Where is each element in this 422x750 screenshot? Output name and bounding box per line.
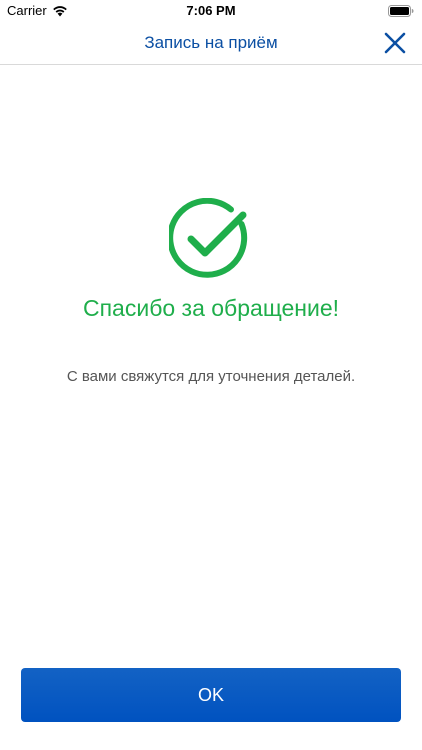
status-time: 7:06 PM xyxy=(186,3,236,18)
checkmark-circle-icon xyxy=(169,198,253,282)
success-heading: Спасибо за обращение! xyxy=(82,295,340,321)
checkmark-circle-graphic xyxy=(169,198,248,278)
status-bar: Carrier 7:06 PM xyxy=(0,0,422,24)
success-message: С вами свяжутся для уточнения деталей. xyxy=(66,368,356,385)
nav-header: Запись на приём xyxy=(0,24,422,65)
ok-button[interactable]: OK xyxy=(21,668,401,722)
battery-icon xyxy=(388,5,414,17)
close-icon xyxy=(384,32,406,54)
close-button[interactable] xyxy=(384,32,406,54)
page-title: Запись на приём xyxy=(144,33,278,52)
